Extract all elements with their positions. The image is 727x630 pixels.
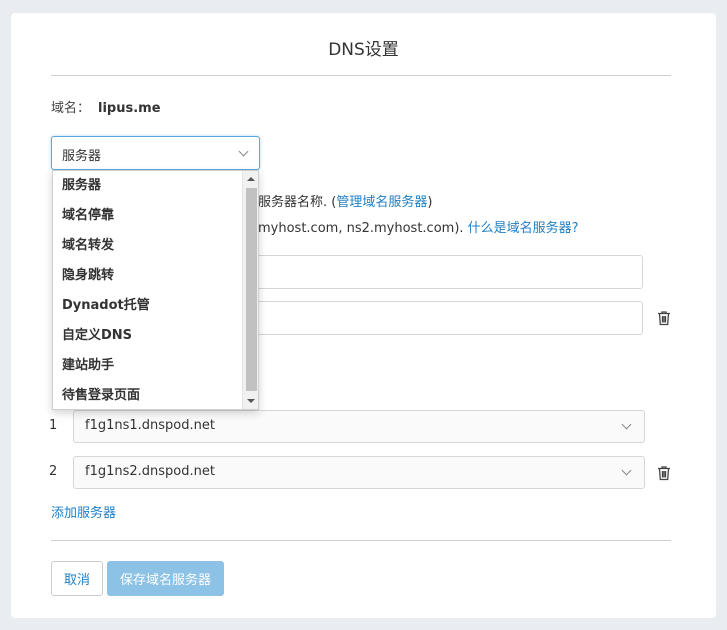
dropdown-scrollbar[interactable] (242, 171, 258, 409)
option-parking[interactable]: 域名停靠 (53, 201, 244, 231)
nameserver-value-1: f1g1ns1.dnspod.net (85, 418, 215, 433)
scrollbar-thumb[interactable] (246, 188, 257, 391)
dns-type-select[interactable]: 服务器 (51, 136, 260, 170)
option-server[interactable]: 服务器 (53, 171, 244, 201)
dns-type-selected: 服务器 (62, 149, 102, 164)
nameserver-value-2: f1g1ns2.dnspod.net (85, 464, 215, 479)
hidden-input-2[interactable] (241, 301, 643, 335)
domain-row: 域名： lipus.me (51, 97, 161, 116)
hint-line1-suffix: ) (427, 195, 433, 210)
scroll-up-arrow-icon[interactable] (247, 177, 255, 181)
manage-nameservers-link[interactable]: 管理域名服务器 (336, 195, 427, 210)
option-custom-dns[interactable]: 自定义DNS (53, 321, 244, 351)
hint-line1-prefix: 服务器名称. ( (258, 195, 337, 210)
nameserver-select-1[interactable]: f1g1ns1.dnspod.net (73, 410, 645, 443)
page-title: DNS设置 (328, 40, 399, 60)
domain-label: 域名： (51, 101, 91, 116)
add-server-link[interactable]: 添加服务器 (51, 502, 116, 521)
nameserver-hint-line2: myhost.com, ns2.myhost.com). 什么是域名服务器? (258, 217, 579, 236)
domain-value: lipus.me (98, 101, 161, 116)
what-is-nameserver-link[interactable]: 什么是域名服务器? (468, 221, 579, 236)
hint-line2-prefix: myhost.com, ns2.myhost.com). (258, 221, 464, 236)
dropdown-options: 服务器 域名停靠 域名转发 隐身跳转 Dynadot托管 自定义DNS 建站助手… (53, 171, 244, 411)
option-dynadot-hosting[interactable]: Dynadot托管 (53, 291, 244, 321)
trash-icon[interactable] (655, 309, 673, 327)
chevron-down-icon (621, 419, 632, 430)
option-site-builder[interactable]: 建站助手 (53, 351, 244, 381)
cancel-button[interactable]: 取消 (51, 561, 103, 596)
nameserver-hint-line1: 服务器名称. (管理域名服务器) (258, 191, 432, 210)
option-stealth-forwarding[interactable]: 隐身跳转 (53, 261, 244, 291)
chevron-down-icon (238, 146, 249, 157)
divider-top (51, 75, 671, 76)
option-for-sale-page[interactable]: 待售登录页面 (53, 381, 244, 411)
hidden-input-1[interactable] (241, 255, 643, 289)
chevron-down-icon (621, 465, 632, 476)
scroll-down-arrow-icon[interactable] (247, 399, 255, 403)
save-nameservers-button[interactable]: 保存域名服务器 (107, 561, 224, 596)
dns-type-dropdown: 服务器 域名停靠 域名转发 隐身跳转 Dynadot托管 自定义DNS 建站助手… (52, 170, 259, 410)
option-forwarding[interactable]: 域名转发 (53, 231, 244, 261)
trash-icon[interactable] (655, 464, 673, 482)
divider-bottom (51, 540, 671, 541)
nameserver-select-2[interactable]: f1g1ns2.dnspod.net (73, 456, 645, 489)
nameserver-index-1: 1 (49, 418, 58, 433)
nameserver-index-2: 2 (49, 464, 58, 479)
